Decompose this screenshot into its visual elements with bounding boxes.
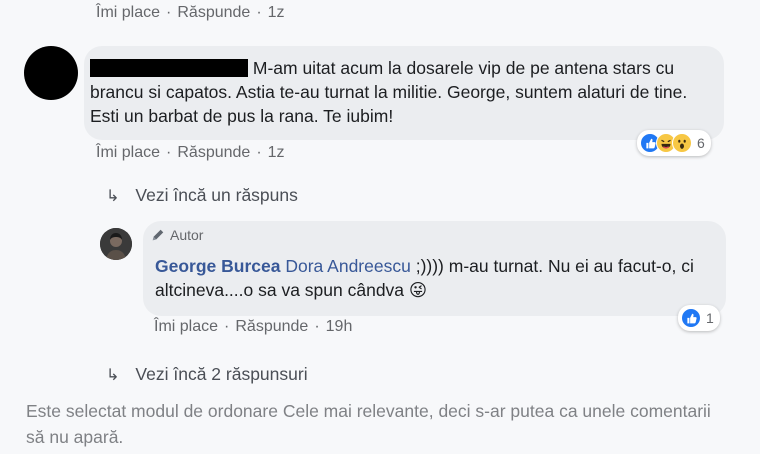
separator-dot: · xyxy=(166,4,172,21)
reaction-count: 6 xyxy=(697,135,705,151)
commenter-avatar[interactable] xyxy=(24,46,78,100)
view-more-replies-label: Vezi încă un răspuns xyxy=(135,185,298,205)
comment-actions: Îmi place · Răspunde · 1z xyxy=(96,144,285,162)
reactions-summary[interactable]: 6 xyxy=(637,130,711,156)
reply-actions: Îmi place · Răspunde · 19h xyxy=(154,318,352,336)
pencil-icon xyxy=(151,228,165,242)
comment-text: M-am uitat acum la dosarele vip de pe an… xyxy=(90,56,710,128)
like-link[interactable]: Îmi place xyxy=(154,318,218,336)
mention-link[interactable]: Dora Andreescu xyxy=(285,256,411,276)
top-comment-actions: Îmi place · Răspunde · 1z xyxy=(96,4,285,22)
reply-reactions-summary[interactable]: 1 xyxy=(678,305,720,331)
like-link[interactable]: Îmi place xyxy=(96,144,160,162)
reply-author-name[interactable]: George Burcea xyxy=(155,256,280,276)
reply-link[interactable]: Răspunde xyxy=(177,4,250,22)
separator-dot: · xyxy=(314,318,320,335)
reply-arrow-icon: ↳ xyxy=(106,187,120,205)
view-more-replies-link[interactable]: ↳ Vezi încă un răspuns xyxy=(106,185,298,206)
separator-dot: · xyxy=(256,144,262,161)
reply-link[interactable]: Răspunde xyxy=(235,318,308,336)
timestamp[interactable]: 19h xyxy=(326,318,353,336)
separator-dot: · xyxy=(224,318,230,335)
timestamp[interactable]: 1z xyxy=(268,4,285,22)
author-badge-label: Autor xyxy=(170,227,204,243)
comment-bubble: M-am uitat acum la dosarele vip de pe an… xyxy=(84,46,724,140)
winking-tongue-emoji: 😜 xyxy=(408,280,428,300)
reply-text: George Burcea Dora Andreescu ;)))) m-au … xyxy=(155,254,715,302)
separator-dot: · xyxy=(256,4,262,21)
author-avatar[interactable] xyxy=(100,228,132,260)
separator-dot: · xyxy=(166,144,172,161)
timestamp[interactable]: 1z xyxy=(268,144,285,162)
wow-icon xyxy=(672,133,692,153)
author-badge: Autor xyxy=(151,227,203,243)
reply-link[interactable]: Răspunde xyxy=(177,144,250,162)
view-more-replies-label: Vezi încă 2 răspunsuri xyxy=(135,364,308,384)
redacted-name xyxy=(90,59,248,77)
reply-bubble: Autor George Burcea Dora Andreescu ;))))… xyxy=(143,221,726,316)
reply-arrow-icon: ↳ xyxy=(106,366,120,384)
like-link[interactable]: Îmi place xyxy=(96,4,160,22)
view-more-replies-link-2[interactable]: ↳ Vezi încă 2 răspunsuri xyxy=(106,364,308,385)
like-icon xyxy=(681,308,701,328)
sorting-notice: Este selectat modul de ordonare Cele mai… xyxy=(26,401,711,447)
reaction-count: 1 xyxy=(706,310,714,326)
